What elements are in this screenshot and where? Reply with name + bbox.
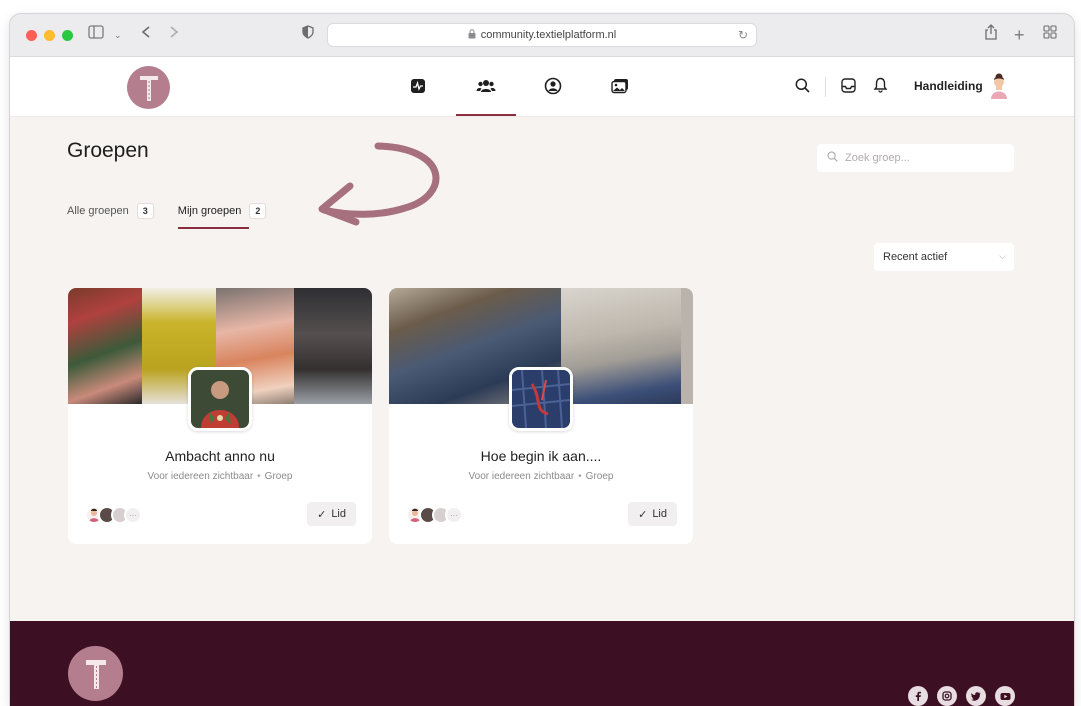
reload-icon[interactable]: ↻ bbox=[738, 28, 748, 42]
group-type: Groep bbox=[585, 471, 614, 482]
active-nav-indicator bbox=[456, 114, 516, 116]
social-links bbox=[908, 686, 1015, 706]
group-name[interactable]: Hoe begin ik aan.... bbox=[389, 448, 693, 464]
group-avatar bbox=[509, 367, 573, 431]
site-header: Handleiding bbox=[10, 57, 1074, 117]
group-meta: Voor iedereen zichtbaar • Groep bbox=[468, 471, 614, 482]
annotation-arrow bbox=[318, 142, 440, 226]
group-visibility: Voor iedereen zichtbaar bbox=[468, 471, 575, 482]
profile-icon[interactable] bbox=[542, 75, 564, 97]
group-visibility: Voor iedereen zichtbaar bbox=[147, 471, 254, 482]
more-members-indicator: ··· bbox=[445, 506, 463, 524]
member-status-button[interactable]: ✓ Lid bbox=[307, 502, 356, 526]
groups-icon[interactable] bbox=[475, 75, 497, 97]
address-bar[interactable]: community.textielplatform.nl ↻ bbox=[327, 23, 757, 47]
member-status-label: Lid bbox=[331, 508, 346, 520]
header-divider bbox=[825, 77, 826, 97]
user-avatar[interactable] bbox=[988, 72, 1010, 100]
new-tab-icon[interactable]: + bbox=[1014, 24, 1025, 46]
handleiding-link[interactable]: Handleiding bbox=[914, 79, 983, 93]
tab-label: Alle groepen bbox=[67, 205, 129, 217]
share-icon[interactable] bbox=[984, 24, 998, 47]
facebook-icon[interactable] bbox=[908, 686, 928, 706]
group-meta: Voor iedereen zichtbaar • Groep bbox=[147, 471, 293, 482]
site-footer bbox=[10, 621, 1074, 706]
tab-alle-groepen[interactable]: Alle groepen 3 bbox=[67, 200, 154, 222]
youtube-icon[interactable] bbox=[995, 686, 1015, 706]
group-tabs: Alle groepen 3 Mijn groepen 2 bbox=[67, 200, 267, 229]
lock-icon bbox=[468, 28, 476, 42]
activity-icon[interactable] bbox=[407, 75, 429, 97]
close-window-button[interactable] bbox=[26, 30, 37, 41]
browser-window: ⌄ community.textielplatform.nl ↻ + Handl… bbox=[10, 14, 1074, 706]
forward-icon[interactable] bbox=[168, 24, 180, 46]
chevron-down-icon: ⌵ bbox=[999, 251, 1006, 261]
site-logo[interactable] bbox=[127, 66, 170, 109]
tab-count-badge: 2 bbox=[249, 203, 267, 219]
group-avatar bbox=[188, 367, 252, 431]
group-search-input[interactable] bbox=[845, 152, 995, 164]
page-title: Groepen bbox=[67, 139, 149, 162]
tab-label: Mijn groepen bbox=[177, 205, 242, 217]
footer-logo[interactable] bbox=[68, 646, 123, 701]
sort-dropdown[interactable]: Recent actief ⌵ bbox=[874, 243, 1014, 271]
bell-icon[interactable] bbox=[870, 75, 890, 95]
search-icon[interactable] bbox=[792, 75, 812, 95]
window-controls bbox=[26, 30, 73, 41]
inbox-icon[interactable] bbox=[838, 75, 858, 95]
group-name[interactable]: Ambacht anno nu bbox=[68, 448, 372, 464]
media-icon[interactable] bbox=[609, 75, 631, 97]
group-card[interactable]: Hoe begin ik aan.... Voor iedereen zicht… bbox=[389, 288, 693, 544]
shield-icon[interactable] bbox=[302, 24, 314, 46]
url-text: community.textielplatform.nl bbox=[480, 29, 617, 41]
member-status-button[interactable]: ✓ Lid bbox=[628, 502, 677, 526]
check-icon: ✓ bbox=[317, 508, 327, 521]
tab-overview-icon[interactable] bbox=[1043, 24, 1057, 46]
search-icon bbox=[827, 151, 838, 165]
member-avatars[interactable]: ··· bbox=[406, 506, 463, 524]
browser-toolbar: ⌄ community.textielplatform.nl ↻ + bbox=[10, 14, 1074, 57]
sort-selected-value: Recent actief bbox=[883, 251, 948, 263]
minimize-window-button[interactable] bbox=[44, 30, 55, 41]
group-type: Groep bbox=[264, 471, 293, 482]
instagram-icon[interactable] bbox=[937, 686, 957, 706]
tab-count-badge: 3 bbox=[136, 203, 154, 219]
twitter-icon[interactable] bbox=[966, 686, 986, 706]
chevron-down-icon[interactable]: ⌄ bbox=[114, 24, 122, 46]
check-icon: ✓ bbox=[638, 508, 648, 521]
tab-mijn-groepen[interactable]: Mijn groepen 2 bbox=[177, 200, 267, 229]
back-icon[interactable] bbox=[140, 24, 152, 46]
more-members-indicator: ··· bbox=[124, 506, 142, 524]
group-search-box[interactable] bbox=[817, 144, 1014, 172]
sidebar-toggle-icon[interactable] bbox=[88, 24, 104, 46]
zoom-window-button[interactable] bbox=[62, 30, 73, 41]
member-avatars[interactable]: ··· bbox=[85, 506, 142, 524]
group-card[interactable]: Ambacht anno nu Voor iedereen zichtbaar •… bbox=[68, 288, 372, 544]
member-status-label: Lid bbox=[652, 508, 667, 520]
